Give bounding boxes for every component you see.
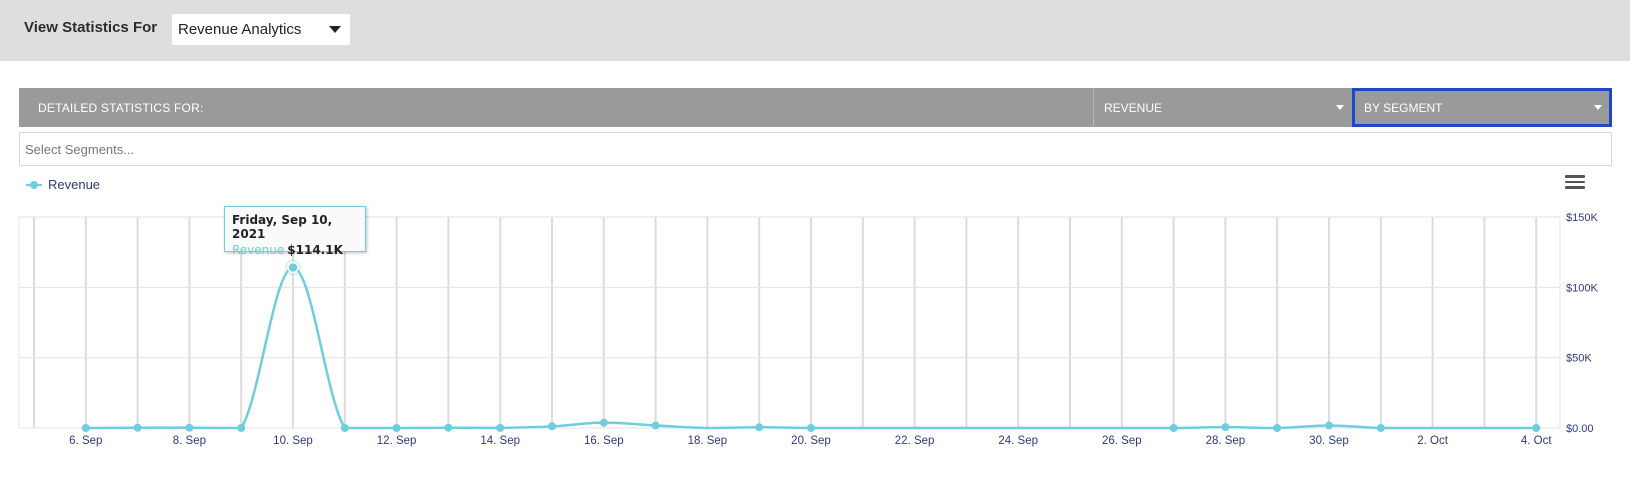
data-point <box>755 423 764 432</box>
x-tick-label: 18. Sep <box>688 435 728 447</box>
data-point <box>133 423 142 432</box>
x-tick-label: 16. Sep <box>584 435 624 447</box>
segments-input[interactable] <box>19 132 1612 166</box>
data-point <box>651 421 660 430</box>
data-point-highlighted <box>287 261 299 274</box>
top-bar: View Statistics For Revenue Analytics <box>0 0 1630 61</box>
x-tick-label: 26. Sep <box>1102 435 1142 447</box>
metric-select[interactable]: REVENUE <box>1093 88 1351 127</box>
data-point <box>237 424 246 432</box>
legend-marker-icon <box>30 181 38 189</box>
tooltip-value: $114.1K <box>287 243 343 257</box>
x-tick-label: 14. Sep <box>480 435 520 447</box>
data-point <box>807 424 815 432</box>
data-point <box>496 423 505 432</box>
hamburger-menu-icon[interactable] <box>1565 175 1585 191</box>
x-tick-label: 20. Sep <box>791 435 831 447</box>
x-tick-label: 22. Sep <box>895 435 935 447</box>
caret-down-icon <box>1594 105 1602 110</box>
stats-bar: DETAILED STATISTICS FOR: REVENUE BY SEGM… <box>19 88 1612 127</box>
x-tick-label: 30. Sep <box>1309 435 1349 447</box>
page-title: View Statistics For <box>24 19 158 36</box>
y-tick-label: $0.00 <box>1566 423 1594 435</box>
chart-tooltip: Friday, Sep 10, 2021 Revenue $114.1K <box>224 206 366 257</box>
app-select[interactable]: Revenue Analytics <box>172 14 350 45</box>
data-point <box>1221 423 1230 432</box>
x-tick-label: 6. Sep <box>69 435 102 447</box>
legend-label: Revenue <box>48 177 101 192</box>
data-point <box>1532 424 1541 432</box>
x-tick-label: 12. Sep <box>377 435 417 447</box>
data-point <box>392 424 401 432</box>
caret-down-icon <box>1336 105 1344 110</box>
breakdown-select-value: BY SEGMENT <box>1364 101 1443 115</box>
caret-down-icon <box>329 26 341 33</box>
y-tick-label: $150K <box>1566 212 1598 224</box>
x-tick-label: 2. Oct <box>1417 435 1448 447</box>
data-point <box>1169 424 1178 432</box>
data-point <box>1325 421 1333 430</box>
x-tick-label: 28. Sep <box>1206 435 1246 447</box>
x-tick-label: 8. Sep <box>173 435 206 447</box>
data-point <box>340 424 349 432</box>
data-point <box>444 423 453 432</box>
breakdown-select[interactable]: BY SEGMENT <box>1352 88 1612 127</box>
data-point <box>548 422 556 431</box>
app-select-value: Revenue Analytics <box>178 21 302 38</box>
data-point <box>81 424 90 432</box>
tooltip-date: Friday, Sep 10, 2021 <box>232 213 333 241</box>
data-point <box>599 418 608 427</box>
x-tick-label: 4. Oct <box>1521 435 1552 447</box>
data-point <box>1273 424 1282 432</box>
x-tick-label: 24. Sep <box>998 435 1038 447</box>
tooltip-series-name: Revenue <box>232 243 285 257</box>
stats-bar-label: DETAILED STATISTICS FOR: <box>38 101 204 115</box>
data-point <box>185 423 194 432</box>
metric-select-value: REVENUE <box>1104 101 1163 115</box>
x-tick-label: 10. Sep <box>273 435 313 447</box>
y-tick-label: $100K <box>1566 282 1598 294</box>
data-point <box>1376 424 1385 432</box>
y-tick-label: $50K <box>1566 353 1592 365</box>
